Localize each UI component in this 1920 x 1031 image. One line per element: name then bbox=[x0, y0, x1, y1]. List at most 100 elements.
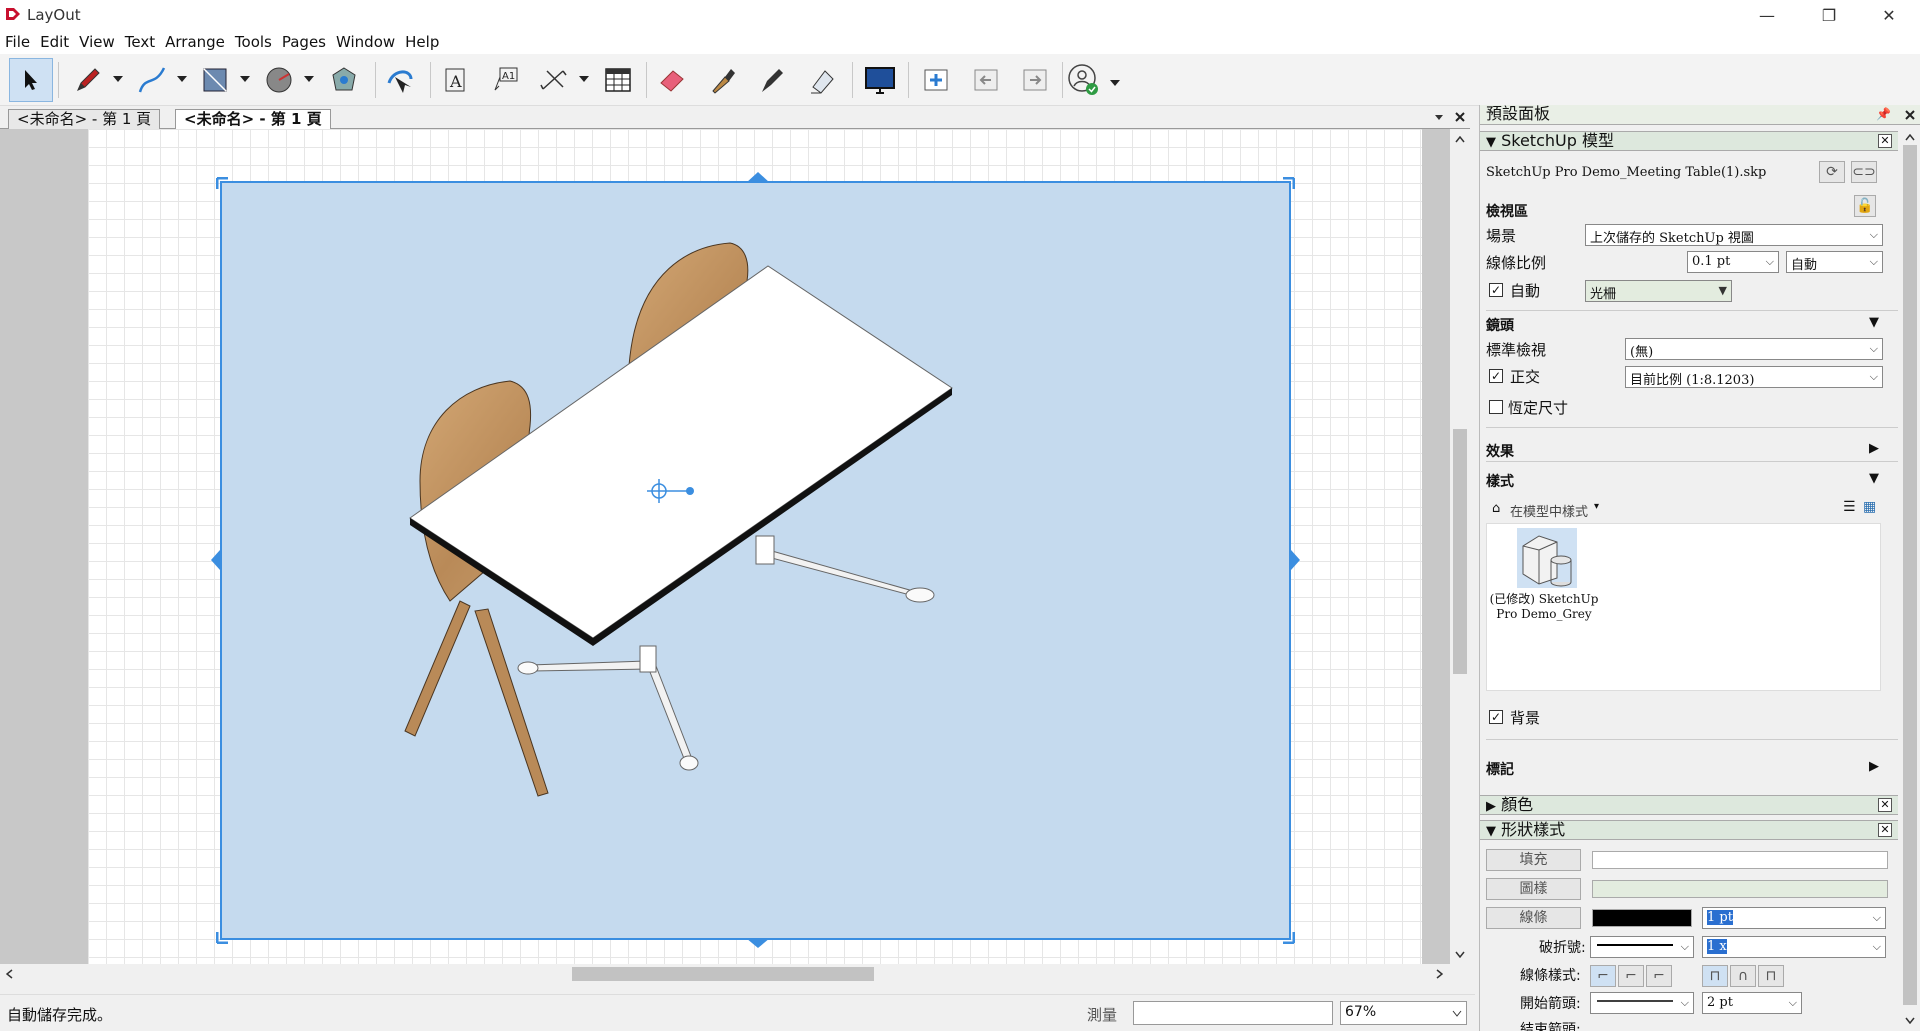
canvas-vertical-scrollbar[interactable] bbox=[1450, 129, 1470, 964]
grid-view-icon[interactable]: ▦ bbox=[1863, 499, 1876, 515]
previous-page-button[interactable] bbox=[964, 58, 1008, 102]
menu-tools[interactable]: Tools bbox=[230, 33, 277, 51]
scrollbar-thumb[interactable] bbox=[572, 967, 874, 981]
menu-help[interactable]: Help bbox=[400, 33, 444, 51]
chevron-right-icon[interactable] bbox=[1436, 969, 1443, 979]
scene-select[interactable]: 上次儲存的 SketchUp 視圖 ⌵ bbox=[1585, 224, 1883, 246]
ortho-checkbox[interactable]: ✓ bbox=[1489, 369, 1503, 383]
close-icon[interactable]: ✕ bbox=[1878, 798, 1892, 812]
lock-icon[interactable]: 🔓 bbox=[1854, 195, 1876, 217]
chevron-down-icon[interactable] bbox=[113, 74, 123, 84]
chevron-down-icon[interactable] bbox=[304, 74, 314, 84]
fill-toggle-button[interactable]: 填充 bbox=[1486, 849, 1581, 871]
table-tool-button[interactable] bbox=[596, 58, 640, 102]
label-tool-button[interactable]: A1 bbox=[483, 58, 527, 102]
join-bevel-button[interactable]: ⊓ bbox=[1758, 965, 1784, 987]
styles-source-select[interactable]: 在模型中樣式 bbox=[1510, 501, 1588, 520]
chevron-down-icon[interactable]: ▾ bbox=[1594, 501, 1599, 512]
join-miter-button[interactable]: ⊓ bbox=[1702, 965, 1728, 987]
close-icon[interactable]: ✕ bbox=[1878, 823, 1892, 837]
start-arrow-select[interactable]: ⌵ bbox=[1590, 992, 1694, 1014]
stroke-toggle-button[interactable]: 線條 bbox=[1486, 907, 1581, 929]
document-tab[interactable]: <未命名> - 第 1 頁 bbox=[8, 109, 161, 129]
tags-section-title[interactable]: 標記 bbox=[1486, 759, 1514, 779]
orbit-tool-button[interactable] bbox=[378, 58, 422, 102]
stroke-width-select[interactable]: 1 pt ⌵ bbox=[1702, 907, 1886, 929]
close-button[interactable]: ✕ bbox=[1866, 0, 1912, 30]
refresh-model-button[interactable]: ⟳ bbox=[1819, 161, 1845, 183]
minimize-button[interactable]: — bbox=[1744, 0, 1790, 30]
chevron-down-icon[interactable] bbox=[1455, 951, 1465, 958]
list-view-icon[interactable]: ☰ bbox=[1843, 499, 1856, 515]
eraser-tool-button[interactable] bbox=[650, 58, 694, 102]
background-checkbox[interactable]: ✓ bbox=[1489, 710, 1503, 724]
collapse-triangle-icon[interactable]: ▼ bbox=[1869, 315, 1879, 330]
chevron-down-icon[interactable] bbox=[1110, 78, 1120, 88]
pattern-swatch[interactable] bbox=[1592, 880, 1888, 898]
pin-icon[interactable]: 📌 bbox=[1876, 105, 1891, 123]
circle-tool-button[interactable] bbox=[257, 58, 301, 102]
menu-window[interactable]: Window bbox=[331, 33, 400, 51]
zoom-select[interactable]: 67% bbox=[1340, 1001, 1467, 1025]
resize-handle[interactable] bbox=[1281, 930, 1295, 944]
shape-style-header[interactable]: ▼ 形狀樣式 ✕ bbox=[1480, 820, 1898, 840]
effects-section-title[interactable]: 效果 bbox=[1486, 441, 1514, 461]
text-tool-button[interactable]: A bbox=[433, 58, 477, 102]
close-icon[interactable] bbox=[1905, 110, 1915, 120]
maximize-button[interactable]: ❐ bbox=[1806, 0, 1852, 30]
fill-color-swatch[interactable] bbox=[1592, 851, 1888, 869]
render-mode-select[interactable]: 光柵 ▼ bbox=[1585, 280, 1732, 302]
scrollbar-thumb[interactable] bbox=[1453, 429, 1467, 674]
menu-text[interactable]: Text bbox=[120, 33, 160, 51]
sketchup-viewport[interactable] bbox=[211, 172, 1300, 948]
menu-pages[interactable]: Pages bbox=[277, 33, 331, 51]
resize-handle[interactable] bbox=[216, 930, 230, 944]
tray-vertical-scrollbar[interactable] bbox=[1900, 131, 1920, 1031]
drawing-canvas[interactable] bbox=[0, 129, 1450, 964]
expand-triangle-icon[interactable]: ▶ bbox=[1869, 441, 1879, 456]
chevron-down-icon[interactable] bbox=[1905, 1017, 1915, 1024]
cap-round-button[interactable]: ⌐ bbox=[1618, 965, 1644, 987]
pencil-tool-button[interactable] bbox=[66, 58, 110, 102]
line-scale-mode-select[interactable]: 自動 ⌵ bbox=[1786, 251, 1883, 273]
chevron-up-icon[interactable] bbox=[1905, 134, 1915, 141]
chevron-left-icon[interactable] bbox=[6, 969, 13, 979]
styles-section-title[interactable]: 樣式 bbox=[1486, 471, 1514, 491]
start-arrow-size-select[interactable]: 2 pt ⌵ bbox=[1702, 992, 1802, 1014]
select-tool-button[interactable] bbox=[9, 58, 53, 102]
chevron-down-icon[interactable] bbox=[177, 74, 187, 84]
curve-tool-button[interactable] bbox=[130, 58, 174, 102]
camera-section-title[interactable]: 鏡頭 bbox=[1486, 315, 1514, 335]
resize-handle[interactable] bbox=[1281, 177, 1295, 191]
polygon-tool-button[interactable] bbox=[322, 58, 366, 102]
close-icon[interactable] bbox=[1455, 112, 1465, 122]
tabs-dropdown-icon[interactable] bbox=[1434, 114, 1444, 122]
preserve-scale-checkbox[interactable] bbox=[1489, 400, 1503, 414]
relink-model-button[interactable]: ⊂⊃ bbox=[1851, 161, 1877, 183]
home-icon[interactable]: ⌂ bbox=[1492, 501, 1500, 516]
close-icon[interactable]: ✕ bbox=[1878, 134, 1892, 148]
stroke-color-swatch[interactable] bbox=[1592, 909, 1692, 927]
standard-view-select[interactable]: (無) ⌵ bbox=[1625, 338, 1883, 360]
join-round-button[interactable]: ∩ bbox=[1730, 965, 1756, 987]
pattern-toggle-button[interactable]: 圖樣 bbox=[1486, 878, 1581, 900]
join-tool-button[interactable] bbox=[800, 58, 844, 102]
sketchup-model-header[interactable]: ▼ SketchUp 模型 ✕ bbox=[1480, 131, 1898, 151]
collapse-triangle-icon[interactable]: ▼ bbox=[1869, 471, 1879, 486]
resize-handle[interactable] bbox=[745, 938, 771, 950]
resize-handle[interactable] bbox=[216, 177, 230, 191]
chevron-down-icon[interactable] bbox=[579, 74, 589, 84]
chevron-down-icon[interactable] bbox=[240, 74, 250, 84]
dimension-tool-button[interactable] bbox=[532, 58, 576, 102]
canvas-horizontal-scrollbar[interactable] bbox=[0, 964, 1450, 984]
menu-arrange[interactable]: Arrange bbox=[160, 33, 230, 51]
expand-triangle-icon[interactable]: ▶ bbox=[1869, 759, 1879, 774]
menu-view[interactable]: View bbox=[74, 33, 120, 51]
eyedropper-tool-button[interactable] bbox=[700, 58, 744, 102]
menu-edit[interactable]: Edit bbox=[35, 33, 74, 51]
add-page-button[interactable] bbox=[914, 58, 958, 102]
auto-render-checkbox[interactable]: ✓ bbox=[1489, 283, 1503, 297]
next-page-button[interactable] bbox=[1013, 58, 1057, 102]
scrollbar-thumb[interactable] bbox=[1903, 145, 1917, 1005]
presentation-button[interactable] bbox=[858, 58, 902, 102]
